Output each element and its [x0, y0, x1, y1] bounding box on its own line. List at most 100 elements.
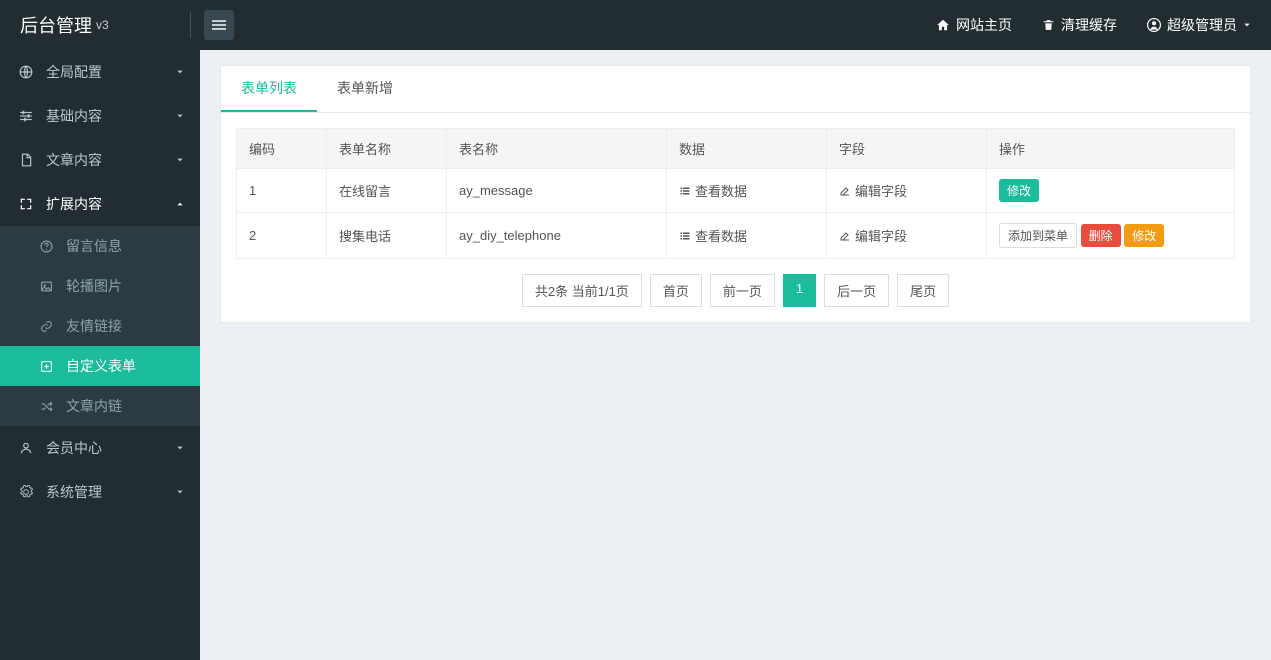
link-icon — [40, 320, 53, 333]
nav-home-label: 网站主页 — [956, 15, 1012, 35]
nav-clear-cache-link[interactable]: 清理缓存 — [1042, 15, 1117, 35]
nav-home-link[interactable]: 网站主页 — [936, 15, 1012, 35]
sidebar-item-article[interactable]: 文章内容 — [0, 138, 200, 182]
sidebar-label: 会员中心 — [46, 438, 102, 458]
pagination-next[interactable]: 后一页 — [824, 274, 889, 307]
caret-down-icon — [176, 488, 184, 496]
file-icon — [19, 153, 33, 167]
cell-actions: 添加到菜单 删除 修改 — [987, 213, 1235, 259]
logo[interactable]: 后台管理 v3 — [0, 0, 200, 50]
app-version: v3 — [96, 18, 109, 32]
form-table: 编码 表单名称 表名称 数据 字段 操作 1在线留言ay_message 查看数… — [236, 128, 1235, 259]
sidebar-item-basic[interactable]: 基础内容 — [0, 94, 200, 138]
pagination: 共2条 当前1/1页 首页 前一页 1 后一页 尾页 — [236, 274, 1235, 307]
image-icon — [40, 280, 53, 293]
add-to-menu-button[interactable]: 添加到菜单 — [999, 223, 1077, 248]
table-header-row: 编码 表单名称 表名称 数据 字段 操作 — [237, 129, 1235, 169]
expand-icon — [19, 197, 33, 211]
topbar: 后台管理 v3 网站主页 清理缓存 超级管理员 — [0, 0, 1271, 50]
sidebar-label: 扩展内容 — [46, 194, 102, 214]
sidebar: 全局配置 基础内容 文章内容 扩展内容 — [0, 50, 200, 660]
modify-button[interactable]: 修改 — [999, 179, 1039, 202]
bars-icon — [212, 18, 226, 32]
modify-button[interactable]: 修改 — [1124, 224, 1164, 247]
cell-name: 在线留言 — [327, 169, 447, 213]
table-row: 2搜集电话ay_diy_telephone 查看数据 编辑字段 添加到菜单 删除 … — [237, 213, 1235, 259]
caret-up-icon — [176, 200, 184, 208]
cell-code: 1 — [237, 169, 327, 213]
pagination-last[interactable]: 尾页 — [897, 274, 949, 307]
top-nav: 网站主页 清理缓存 超级管理员 — [936, 15, 1271, 35]
th-field: 字段 — [827, 129, 987, 169]
list-icon — [679, 230, 691, 242]
cell-table: ay_diy_telephone — [447, 213, 667, 259]
sidebar-label: 文章内容 — [46, 150, 102, 170]
shuffle-icon — [40, 400, 53, 413]
sidebar-label: 友情链接 — [66, 316, 122, 336]
user-icon — [1147, 18, 1161, 32]
pagination-current[interactable]: 1 — [783, 274, 816, 307]
gear-icon — [19, 485, 33, 499]
edit-field-link[interactable]: 编辑字段 — [839, 181, 907, 200]
sidebar-item-system[interactable]: 系统管理 — [0, 470, 200, 514]
th-table: 表名称 — [447, 129, 667, 169]
sidebar-item-member[interactable]: 会员中心 — [0, 426, 200, 470]
sidebar-item-slide[interactable]: 轮播图片 — [0, 266, 200, 306]
cell-code: 2 — [237, 213, 327, 259]
list-icon — [679, 185, 691, 197]
sidebar-label: 系统管理 — [46, 482, 102, 502]
sidebar-item-extend[interactable]: 扩展内容 — [0, 182, 200, 226]
user-icon — [19, 441, 33, 455]
tab-form-list[interactable]: 表单列表 — [221, 66, 317, 112]
th-action: 操作 — [987, 129, 1235, 169]
sidebar-item-form[interactable]: 自定义表单 — [0, 346, 200, 386]
sidebar-label: 自定义表单 — [66, 356, 136, 376]
question-icon — [40, 240, 53, 253]
caret-down-icon — [1243, 21, 1251, 29]
view-data-link[interactable]: 查看数据 — [679, 226, 747, 245]
cell-table: ay_message — [447, 169, 667, 213]
cell-actions: 修改 — [987, 169, 1235, 213]
trash-icon — [1042, 18, 1055, 32]
sidebar-label: 留言信息 — [66, 236, 122, 256]
view-data-link[interactable]: 查看数据 — [679, 181, 747, 200]
caret-down-icon — [176, 156, 184, 164]
edit-icon — [839, 185, 851, 197]
caret-down-icon — [176, 112, 184, 120]
sidebar-item-link[interactable]: 友情链接 — [0, 306, 200, 346]
plus-square-icon — [40, 360, 53, 373]
menu-toggle-button[interactable] — [204, 10, 234, 40]
delete-button[interactable]: 删除 — [1081, 224, 1121, 247]
th-name: 表单名称 — [327, 129, 447, 169]
tab-bar: 表单列表 表单新增 — [221, 66, 1250, 113]
edit-field-link[interactable]: 编辑字段 — [839, 226, 907, 245]
home-icon — [936, 18, 950, 32]
sidebar-item-message[interactable]: 留言信息 — [0, 226, 200, 266]
edit-icon — [839, 230, 851, 242]
sliders-icon — [19, 109, 33, 123]
pagination-first[interactable]: 首页 — [650, 274, 702, 307]
sidebar-item-global[interactable]: 全局配置 — [0, 50, 200, 94]
cell-name: 搜集电话 — [327, 213, 447, 259]
sidebar-label: 轮播图片 — [66, 276, 122, 296]
toggle-container — [200, 0, 250, 50]
table-row: 1在线留言ay_message 查看数据 编辑字段 修改 — [237, 169, 1235, 213]
globe-icon — [19, 65, 33, 79]
caret-down-icon — [176, 68, 184, 76]
caret-down-icon — [176, 444, 184, 452]
panel: 表单列表 表单新增 编码 表单名称 表名称 数据 字段 操作 — [220, 65, 1251, 323]
sidebar-label: 文章内链 — [66, 396, 122, 416]
sidebar-label: 全局配置 — [46, 62, 102, 82]
tab-form-add[interactable]: 表单新增 — [317, 66, 413, 112]
nav-clear-cache-label: 清理缓存 — [1061, 15, 1117, 35]
th-data: 数据 — [667, 129, 827, 169]
pagination-info: 共2条 当前1/1页 — [522, 274, 642, 307]
content-area: 表单列表 表单新增 编码 表单名称 表名称 数据 字段 操作 — [200, 50, 1271, 660]
nav-user-label: 超级管理员 — [1167, 15, 1237, 35]
sidebar-item-tags[interactable]: 文章内链 — [0, 386, 200, 426]
pagination-prev[interactable]: 前一页 — [710, 274, 775, 307]
sidebar-label: 基础内容 — [46, 106, 102, 126]
app-name: 后台管理 — [20, 12, 92, 38]
nav-user-dropdown[interactable]: 超级管理员 — [1147, 15, 1251, 35]
th-code: 编码 — [237, 129, 327, 169]
